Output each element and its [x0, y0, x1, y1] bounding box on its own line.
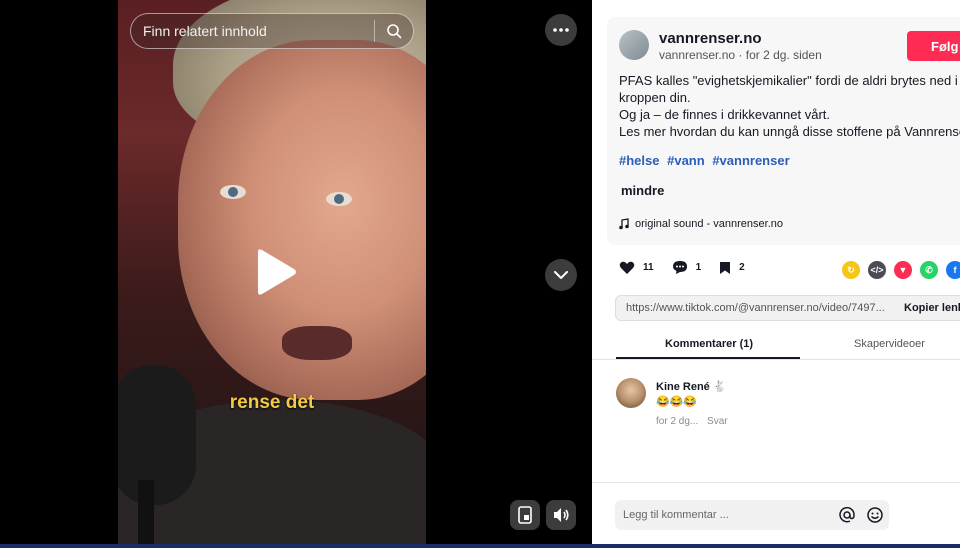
action-bar: 11 1 2 [619, 260, 763, 275]
commenter-name[interactable]: Kine René 🐇 [656, 380, 727, 393]
play-icon[interactable] [254, 248, 298, 301]
sound-name: original sound - vannrenser.no [635, 218, 783, 230]
music-note-icon [619, 218, 629, 230]
post-card: vannrenser.no vannrenser.no · for 2 dg. … [607, 17, 960, 245]
author-handle[interactable]: vannrenser.no [659, 48, 735, 62]
hashtag-link[interactable]: #vannrenser [712, 153, 789, 168]
next-video-button[interactable] [545, 259, 577, 291]
like-button[interactable]: 11 [619, 261, 654, 275]
details-panel: vannrenser.no vannrenser.no · for 2 dg. … [592, 0, 960, 548]
save-count: 2 [739, 262, 745, 273]
facebook-icon[interactable]: f [946, 261, 960, 279]
video-microphone [118, 365, 196, 505]
video-mouth [282, 326, 352, 360]
post-meta: vannrenser.no · for 2 dg. siden [659, 48, 822, 62]
tab-comments[interactable]: Kommentarer (1) [665, 338, 753, 350]
save-button[interactable]: 2 [719, 261, 745, 275]
comment-input[interactable]: Legg til kommentar ... [615, 500, 889, 530]
whatsapp-icon[interactable]: ✆ [920, 261, 938, 279]
description-line: Les mer hvordan du kan unngå disse stoff… [619, 124, 960, 139]
post-time: for 2 dg. siden [745, 48, 822, 62]
floating-player-icon [518, 506, 532, 524]
description-line: kroppen din. [619, 90, 691, 105]
video-caption: rense det [229, 392, 315, 413]
video-eye-left [220, 185, 246, 199]
volume-button[interactable] [546, 500, 576, 530]
related-search-input[interactable]: Finn relatert innhold [131, 23, 374, 39]
search-icon[interactable] [375, 13, 413, 49]
video-eye-right [326, 192, 352, 206]
bottom-strip [0, 544, 960, 548]
description-line: Og ja – de finnes i drikkevannet vårt. [619, 107, 831, 122]
tab-creator-videos[interactable]: Skapervideoer [854, 338, 925, 350]
video-face [178, 40, 426, 400]
video-link-box: https://www.tiktok.com/@vannrenser.no/vi… [615, 295, 960, 321]
video-link-url[interactable]: https://www.tiktok.com/@vannrenser.no/vi… [616, 302, 896, 314]
comment-meta: for 2 dg... Svar [656, 416, 728, 427]
show-less-button[interactable]: mindre [621, 183, 664, 198]
comment-tabs: Kommentarer (1) Skapervideoer [592, 330, 960, 360]
heart-icon [619, 261, 635, 274]
like-count: 11 [643, 262, 654, 273]
repost-icon[interactable]: ↻ [842, 261, 860, 279]
comment-text: 😂😂😂 [656, 396, 698, 408]
copy-link-button[interactable]: Kopier lenke [896, 302, 960, 314]
related-search-box[interactable]: Finn relatert innhold [130, 13, 414, 49]
comment-button[interactable]: 1 [672, 260, 702, 275]
volume-icon [554, 508, 569, 522]
sound-link[interactable]: original sound - vannrenser.no [619, 218, 783, 230]
tiktok-video-page: Finn relatert innhold rense det vannrens… [0, 0, 960, 548]
bookmark-icon [720, 261, 731, 274]
embed-icon[interactable]: </> [868, 261, 886, 279]
video-mic-stand [138, 480, 154, 548]
description-line: PFAS kalles "evighetskjemikalier" fordi … [619, 73, 958, 88]
comment-icon [672, 261, 687, 274]
author-avatar[interactable] [619, 30, 649, 60]
share-buttons: ↻ </> ▼ ✆ f [842, 261, 960, 279]
more-dots-icon [553, 28, 569, 32]
author-name[interactable]: vannrenser.no [659, 30, 762, 47]
more-options-button[interactable] [545, 14, 577, 46]
floating-player-button[interactable] [510, 500, 540, 530]
post-description: PFAS kalles "evighetskjemikalier" fordi … [619, 72, 960, 140]
active-tab-indicator [616, 357, 800, 359]
hashtag-link[interactable]: #vann [667, 153, 705, 168]
mention-icon[interactable] [833, 501, 861, 529]
reply-button[interactable]: Svar [707, 416, 728, 427]
meta-separator: · [735, 48, 746, 62]
chevron-down-icon [554, 270, 568, 279]
video-player[interactable]: Finn relatert innhold rense det [0, 0, 592, 548]
send-icon[interactable]: ▼ [894, 261, 912, 279]
emoji-icon[interactable] [861, 501, 889, 529]
commenter-avatar[interactable] [616, 378, 646, 408]
comment-time: for 2 dg... [656, 416, 699, 427]
comment-footer: Legg til kommentar ... [592, 482, 960, 548]
hashtag-list: #helse #vann #vannrenser [619, 153, 794, 168]
hashtag-link[interactable]: #helse [619, 153, 659, 168]
comment-count: 1 [695, 262, 702, 273]
follow-button[interactable]: Følg [907, 31, 960, 61]
comment-input-placeholder[interactable]: Legg til kommentar ... [615, 509, 833, 521]
